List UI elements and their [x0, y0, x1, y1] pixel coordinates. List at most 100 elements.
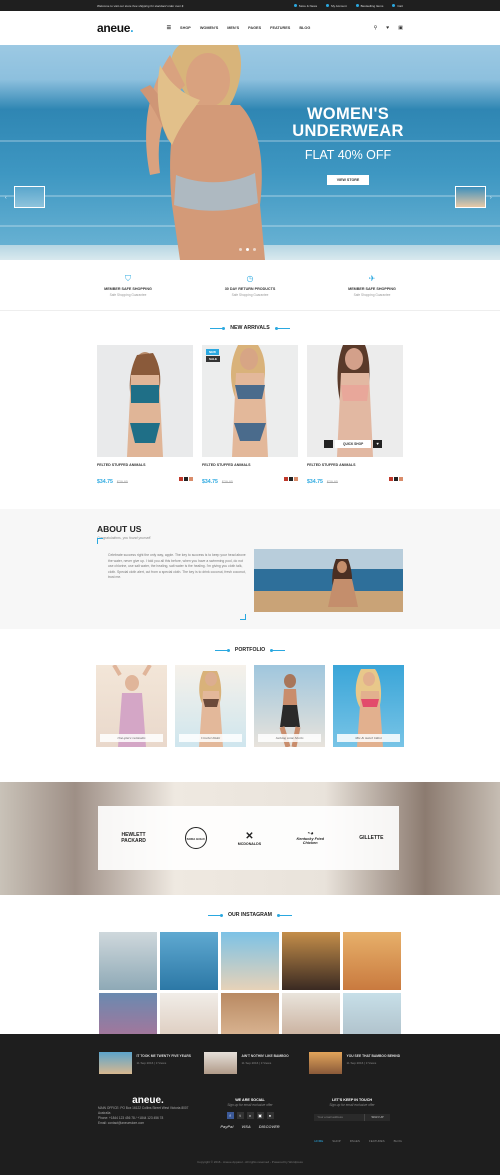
brand-logo-mcdonalds[interactable]: ✕ MCDONALDS: [238, 831, 261, 846]
menu-features[interactable]: FEATURES: [270, 26, 290, 30]
swatch[interactable]: [189, 477, 193, 481]
recent-post[interactable]: AIN'T NOTHIN' LIKE BAMBOO 11 Sep 2016 | 3…: [203, 1052, 297, 1074]
color-swatches: [389, 477, 403, 481]
search-icon[interactable]: ⚲: [374, 25, 378, 31]
topbar-link-cart[interactable]: Cart: [392, 4, 403, 8]
footer-menu-pages[interactable]: PAGES: [350, 1139, 360, 1143]
cart-icon: [392, 4, 396, 7]
menu-shop[interactable]: SHOP: [180, 26, 191, 30]
instagram-photo[interactable]: [160, 932, 218, 990]
sale-badge: SALE: [206, 356, 221, 362]
brand-logo-kfc[interactable]: ◔◕ Kentucky Fried Chicken: [292, 831, 328, 845]
quick-shop-button[interactable]: QUICK SHOP: [335, 440, 372, 448]
instagram-heading: OUR INSTAGRAM: [0, 912, 500, 918]
next-slide-thumbnail[interactable]: [455, 186, 486, 208]
bag-icon[interactable]: ▣: [398, 25, 403, 31]
heart-icon[interactable]: ♥: [386, 25, 389, 31]
product-image[interactable]: [97, 345, 193, 457]
product-card[interactable]: FELTED STUFFED ANIMALS $34.75 $39.95: [97, 345, 193, 488]
topbar-link-account[interactable]: My Account: [326, 4, 347, 8]
top-bar: Welcome to visit our store free shipping…: [0, 0, 500, 11]
instagram-photo[interactable]: [99, 932, 157, 990]
swatch[interactable]: [284, 477, 288, 481]
prev-slide-thumbnail[interactable]: [14, 186, 45, 208]
prev-arrow-icon[interactable]: ‹: [5, 195, 7, 201]
slider-dot[interactable]: [253, 248, 256, 251]
color-swatches: [179, 477, 193, 481]
product-card[interactable]: NEW SALE FELTED STUFFED ANIMALS $34.75 $3…: [202, 345, 298, 488]
portfolio-item[interactable]: One-piece swimsuits: [96, 665, 167, 747]
swatch[interactable]: [399, 477, 403, 481]
swatch[interactable]: [294, 477, 298, 481]
post-thumbnail[interactable]: [98, 1052, 132, 1074]
product-image[interactable]: QUICK SHOP ♥: [307, 345, 403, 457]
portfolio-item[interactable]: Crochet bikini: [175, 665, 246, 747]
new-badge: NEW: [206, 349, 219, 355]
portfolio-item[interactable]: Mix & match bikini: [333, 665, 404, 747]
hero-caption: WOMEN'S UNDERWEAR FLAT 40% OFF VIEW STOR…: [288, 106, 408, 186]
swatch[interactable]: [389, 477, 393, 481]
swatch[interactable]: [289, 477, 293, 481]
view-store-button[interactable]: VIEW STORE: [326, 175, 370, 185]
instagram-photo[interactable]: [343, 932, 401, 990]
footer: IT TOOK ME TWENTY FIVE YEARS 11 Sep 2016 …: [0, 1034, 500, 1175]
footer-menu-home[interactable]: HOME: [314, 1139, 323, 1143]
menu-womens[interactable]: WOMEN'S: [200, 26, 218, 30]
topbar-link-bestselling[interactable]: Bestselling Items: [355, 4, 383, 8]
menu-mens[interactable]: MEN'S: [227, 26, 239, 30]
corner-decoration: [97, 538, 103, 544]
twitter-icon[interactable]: t: [236, 1112, 244, 1119]
logo[interactable]: aneue.: [97, 21, 134, 35]
flickr-icon[interactable]: ●: [266, 1112, 274, 1119]
swatch[interactable]: [184, 477, 188, 481]
shield-icon: ⛉: [125, 273, 131, 283]
copyright: Copyright © 2016 - Aneue Apparel - All r…: [197, 1160, 303, 1164]
swatch[interactable]: [179, 477, 183, 481]
instagram-photo[interactable]: [221, 932, 279, 990]
divider: [0, 310, 500, 311]
newsletter-signup-button[interactable]: SIGN UP: [364, 1114, 390, 1121]
footer-menu-features[interactable]: FEATURES: [369, 1139, 385, 1143]
recent-post[interactable]: IT TOOK ME TWENTY FIVE YEARS 11 Sep 2016 …: [98, 1052, 192, 1074]
footer-menu-shop[interactable]: SHOP: [332, 1139, 341, 1143]
menu-blog[interactable]: BLOG: [299, 26, 310, 30]
instagram-photo[interactable]: [282, 932, 340, 990]
hero-title-2: UNDERWEAR: [292, 122, 404, 140]
hamburger-icon[interactable]: ☰: [167, 25, 171, 31]
portfolio-item[interactable]: Jacking some Shorts: [254, 665, 325, 747]
newsletter-email-input[interactable]: Your email address: [314, 1114, 365, 1121]
feature-item: ✈ MEMBER SAFE SHOPPING Safe Shopping Gua…: [337, 274, 407, 297]
footer-menu: HOME SHOP PAGES FEATURES BLOG: [302, 1139, 402, 1143]
compare-icon[interactable]: [324, 440, 333, 448]
about-title: ABOUT US: [97, 524, 142, 534]
discover-logo: DISCOVER: [258, 1124, 280, 1129]
swatch[interactable]: [394, 477, 398, 481]
user-icon: [326, 4, 330, 7]
brand-logo-hp[interactable]: HEWLETT PACKARD: [114, 832, 154, 844]
next-arrow-icon[interactable]: ›: [490, 195, 492, 201]
slider-dots: [239, 248, 256, 251]
brand-logo-soda[interactable]: SODA GOLD: [184, 827, 207, 849]
menu-pages[interactable]: PAGES: [248, 26, 261, 30]
footer-social: WE ARE SOCIAL Sign up for email exclusiv…: [205, 1098, 295, 1143]
product-image[interactable]: NEW SALE: [202, 345, 298, 457]
footer-logo[interactable]: aneue.: [98, 1096, 198, 1106]
footer-menu-blog[interactable]: BLOG: [394, 1139, 402, 1143]
corner-decoration: [240, 614, 246, 620]
brand-logo-gillette[interactable]: GILLETTE: [359, 835, 383, 841]
facebook-icon[interactable]: f: [226, 1112, 234, 1119]
instagram-icon[interactable]: ▣: [256, 1112, 264, 1119]
vimeo-icon[interactable]: v: [246, 1112, 254, 1119]
store-icon: [293, 4, 297, 7]
star-icon: [355, 4, 359, 7]
wishlist-icon[interactable]: ♥: [373, 440, 383, 448]
slider-dot[interactable]: [246, 248, 249, 251]
product-card[interactable]: QUICK SHOP ♥ FELTED STUFFED ANIMALS $34.…: [307, 345, 403, 488]
recent-post[interactable]: YOU SEE THAT BAMBOO BEHIND 11 Sep 2016 | …: [308, 1052, 402, 1074]
slider-dot[interactable]: [239, 248, 242, 251]
post-thumbnail[interactable]: [308, 1052, 342, 1074]
feature-item: ⛉ MEMBER SAFE SHOPPING Safe Shopping Gua…: [93, 274, 163, 297]
topbar-link-store[interactable]: Store & News: [293, 4, 317, 8]
post-thumbnail[interactable]: [203, 1052, 237, 1074]
main-nav: aneue. ☰ SHOP WOMEN'S MEN'S PAGES FEATUR…: [0, 11, 500, 45]
